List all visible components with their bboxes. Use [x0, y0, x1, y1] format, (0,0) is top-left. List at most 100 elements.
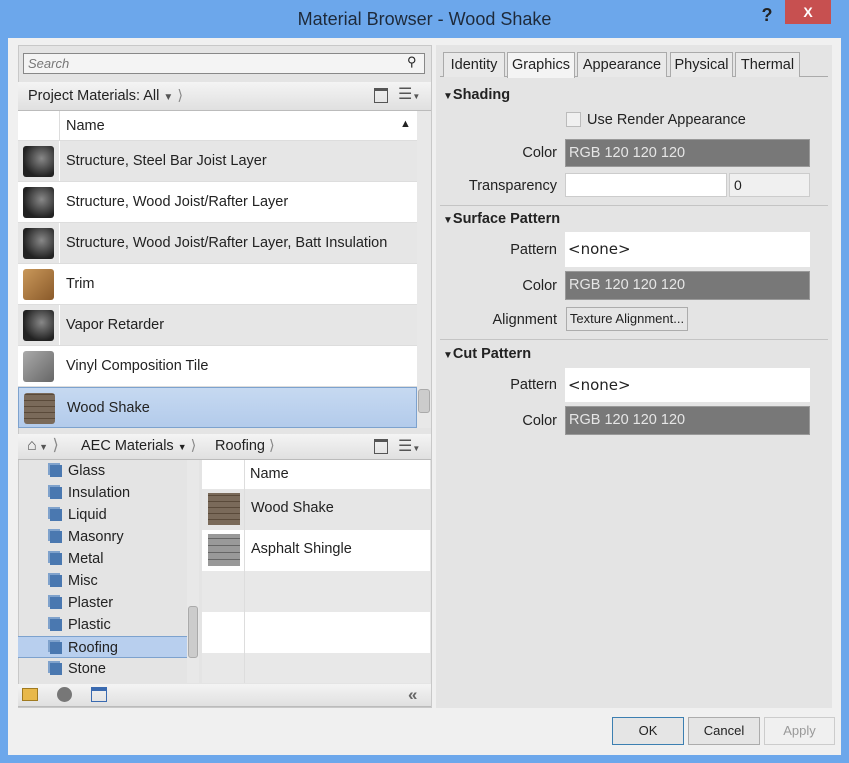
material-name: Vinyl Composition Tile [66, 358, 209, 374]
project-filter-dropdown[interactable]: Project Materials: All ▼ ⟩ [28, 88, 183, 104]
library-list: Name Wood Shake Asphalt Shingle [202, 460, 430, 683]
surface-pattern-field[interactable]: <none> [565, 232, 810, 267]
project-material-row[interactable]: Wood Shake [18, 387, 417, 428]
breadcrumb-roofing[interactable]: Roofing ⟩ [215, 438, 275, 454]
wood-shake-thumbnail [208, 493, 240, 525]
project-material-row[interactable]: Structure, Steel Bar Joist Layer [18, 141, 417, 182]
panel-toggle-icon[interactable] [374, 88, 388, 103]
material-name: Vapor Retarder [66, 317, 165, 333]
category-icon [50, 487, 62, 499]
library-category-metal[interactable]: Metal [18, 548, 187, 570]
library-category-glass[interactable]: Glass [18, 460, 187, 482]
shading-color-label: Color [522, 145, 557, 161]
category-label: Stone [68, 661, 106, 677]
library-item-label: Wood Shake [251, 500, 334, 516]
project-material-row[interactable]: Structure, Wood Joist/Rafter Layer [18, 182, 417, 223]
category-label: Liquid [68, 507, 107, 523]
tab-thermal[interactable]: Thermal [735, 52, 800, 77]
category-icon [50, 642, 62, 654]
category-label: Metal [68, 551, 104, 567]
breadcrumb-aec-materials[interactable]: AEC Materials ▼ ⟩ [81, 438, 196, 454]
surface-pattern-label: Pattern [510, 242, 557, 258]
texture-alignment-button[interactable]: Texture Alignment... [566, 307, 688, 331]
material-thumbnail [24, 393, 55, 424]
library-category-misc[interactable]: Misc [18, 570, 187, 592]
material-name: Structure, Steel Bar Joist Layer [66, 153, 267, 169]
cut-color-field[interactable]: RGB 120 120 120 [565, 406, 810, 435]
transparency-value[interactable]: 0 [729, 173, 810, 197]
search-icon[interactable]: ⚲ [407, 54, 417, 70]
shading-color-field[interactable]: RGB 120 120 120 [565, 139, 810, 167]
material-thumbnail [23, 146, 54, 177]
breadcrumb-label: Roofing [215, 438, 265, 454]
breadcrumb-label: AEC Materials [81, 438, 174, 454]
library-category-plaster[interactable]: Plaster [18, 592, 187, 614]
surface-color-field[interactable]: RGB 120 120 120 [565, 271, 810, 300]
help-button[interactable]: ? [757, 2, 777, 28]
cut-pattern-section-header[interactable]: ▼Cut Pattern [443, 346, 531, 362]
view-options-icon[interactable]: ☰▼ [398, 84, 420, 104]
project-material-row[interactable]: Trim [18, 264, 417, 305]
window-title: Material Browser - Wood Shake [297, 9, 552, 29]
tab-physical[interactable]: Physical [670, 52, 733, 77]
cancel-button[interactable]: Cancel [688, 717, 760, 745]
material-name: Structure, Wood Joist/Rafter Layer, Batt… [66, 235, 388, 251]
use-render-appearance-checkbox[interactable] [566, 112, 581, 127]
search-input[interactable]: Search [23, 53, 425, 74]
category-label: Plaster [68, 595, 114, 611]
library-column-header[interactable]: Name [202, 460, 430, 489]
create-material-icon[interactable] [57, 687, 72, 702]
transparency-slider[interactable] [565, 173, 727, 197]
collapse-icon[interactable]: « [408, 685, 417, 705]
material-name: Wood Shake [67, 400, 150, 416]
project-material-row[interactable]: Vapor Retarder [18, 305, 417, 346]
project-column-header[interactable]: Name ▲ [18, 111, 417, 141]
close-button[interactable]: X [785, 0, 831, 24]
category-icon [50, 597, 62, 609]
category-label: Plastic [68, 617, 111, 633]
category-icon [50, 553, 62, 565]
panel-toggle-icon[interactable] [374, 439, 388, 454]
library-category-insulation[interactable]: Insulation [18, 482, 187, 504]
tree-scrollbar[interactable] [187, 460, 199, 683]
material-name: Structure, Wood Joist/Rafter Layer [66, 194, 289, 210]
cut-pattern-label: Pattern [510, 377, 557, 393]
material-name: Trim [66, 276, 95, 292]
library-category-stone[interactable]: Stone [18, 658, 187, 680]
tab-identity[interactable]: Identity [443, 52, 505, 77]
category-icon [50, 465, 62, 477]
material-thumbnail [23, 187, 54, 218]
library-category-plastic[interactable]: Plastic [18, 614, 187, 636]
library-item[interactable]: Asphalt Shingle [202, 530, 430, 571]
material-thumbnail [23, 269, 54, 300]
category-icon [50, 619, 62, 631]
name-column-label: Name [250, 466, 289, 482]
panel-layout-icon[interactable] [91, 687, 107, 702]
apply-button[interactable]: Apply [764, 717, 835, 745]
project-material-row[interactable]: Vinyl Composition Tile [18, 346, 417, 387]
tab-graphics[interactable]: Graphics [507, 52, 575, 78]
library-category-roofing[interactable]: Roofing [18, 636, 187, 658]
surface-pattern-section-header[interactable]: ▼Surface Pattern [443, 211, 560, 227]
library-item-label: Asphalt Shingle [251, 541, 352, 557]
project-material-row[interactable]: Structure, Wood Joist/Rafter Layer, Batt… [18, 223, 417, 264]
home-icon[interactable]: ⌂ ▼ ⟩ [27, 435, 59, 455]
shading-section-header[interactable]: ▼Shading [443, 87, 510, 103]
project-scrollbar[interactable] [417, 111, 431, 428]
view-options-icon[interactable]: ☰▼ [398, 436, 420, 456]
alignment-label: Alignment [492, 312, 557, 328]
material-thumbnail [23, 351, 54, 382]
transparency-label: Transparency [468, 178, 557, 194]
category-label: Glass [68, 463, 106, 479]
library-item[interactable]: Wood Shake [202, 489, 430, 530]
category-icon [50, 509, 62, 521]
library-category-liquid[interactable]: Liquid [18, 504, 187, 526]
tab-appearance[interactable]: Appearance [577, 52, 667, 77]
ok-button[interactable]: OK [612, 717, 684, 745]
material-thumbnail [23, 228, 54, 259]
category-icon [50, 575, 62, 587]
chevron-down-icon: ▼ [163, 92, 174, 103]
library-category-masonry[interactable]: Masonry [18, 526, 187, 548]
cut-pattern-field[interactable]: <none> [565, 368, 810, 402]
open-library-icon[interactable] [22, 688, 38, 701]
